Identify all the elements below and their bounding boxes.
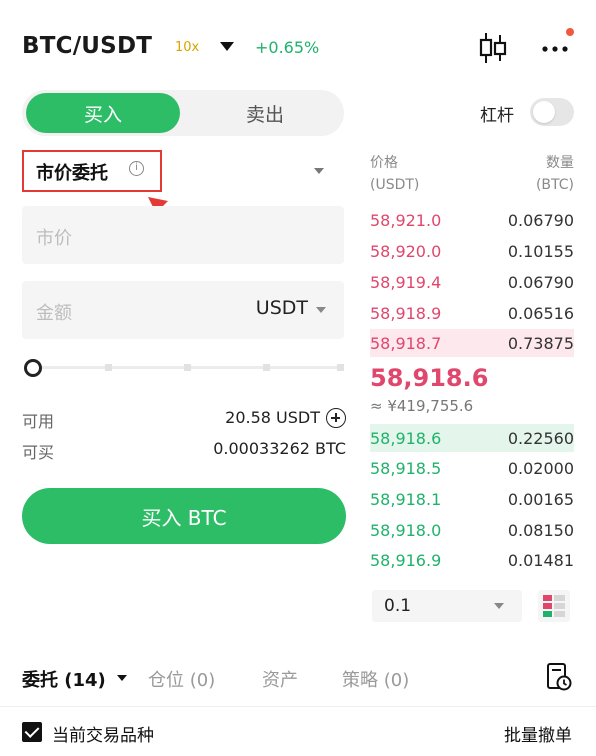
available-row: 可用 20.58 USDT (22, 408, 346, 432)
bid-price: 58,918.1 (370, 490, 442, 509)
bid-price: 58,916.9 (370, 551, 442, 570)
buy-btc-button[interactable]: 买入 BTC (22, 488, 346, 544)
order-type-label: 市价委托 (36, 163, 108, 184)
ask-row[interactable]: 58,918.7 0.73875 (370, 329, 574, 357)
chevron-down-icon (316, 307, 326, 313)
orderbook-layout-icon[interactable] (538, 590, 570, 622)
bottom-tabs: 委托 (14) 仓位 (0) 资产 策略 (0) (0, 660, 596, 696)
info-icon[interactable]: i (129, 161, 144, 176)
ask-row[interactable]: 58,920.0 0.10155 (370, 237, 574, 265)
amount-input[interactable]: 金额 USDT (22, 281, 344, 339)
bid-price: 58,918.6 (370, 429, 442, 448)
qty-column-unit: (BTC) (535, 177, 574, 193)
ask-price: 58,921.0 (370, 211, 442, 230)
bid-qty: 0.08150 (507, 521, 574, 540)
qty-column-header: 数量 (546, 155, 574, 171)
slider-knob[interactable] (24, 359, 42, 377)
header: BTC/USDT 10x +0.65% (0, 0, 596, 90)
fiat-price: ≈ ¥419,755.6 (370, 397, 474, 415)
tab-positions[interactable]: 仓位 (0) (148, 666, 215, 692)
filter-row: 当前交易品种 批量撤单 (0, 718, 596, 748)
ask-price: 58,918.9 (370, 304, 442, 323)
market-price-placeholder: 市价 (36, 228, 72, 249)
price-column-header: 价格 (370, 155, 398, 171)
bid-row[interactable]: 58,918.1 0.00165 (370, 485, 574, 513)
ask-qty: 0.10155 (507, 242, 574, 261)
orderbook-header: 价格 (USDT) 数量 (BTC) (370, 152, 574, 196)
slider-tick-50[interactable] (184, 364, 191, 371)
more-dots-icon (542, 46, 568, 52)
tab-assets[interactable]: 资产 (262, 666, 298, 692)
chevron-down-icon (494, 603, 504, 609)
leverage-badge: 10x (175, 40, 200, 55)
ask-qty: 0.06790 (507, 211, 574, 230)
buyable-row: 可买 0.00033262 BTC (22, 439, 346, 463)
tab-orders[interactable]: 委托 (14) (22, 666, 106, 692)
tab-sell[interactable]: 卖出 (190, 93, 340, 133)
ask-qty: 0.73875 (507, 334, 574, 353)
order-history-icon[interactable] (546, 662, 572, 692)
ask-row[interactable]: 58,919.4 0.06790 (370, 268, 574, 296)
tab-buy[interactable]: 买入 (26, 93, 180, 133)
slider-tick-100[interactable] (337, 364, 344, 371)
leverage-label: 杠杆 (480, 106, 514, 126)
leverage-toggle[interactable] (530, 98, 574, 126)
amount-slider[interactable] (24, 358, 344, 378)
pair-title[interactable]: BTC/USDT (22, 33, 152, 59)
available-label: 可用 (22, 412, 55, 431)
slider-tick-75[interactable] (263, 364, 270, 371)
tab-strategies[interactable]: 策略 (0) (342, 666, 409, 692)
price-change: +0.65% (255, 38, 320, 57)
available-value: 20.58 USDT (225, 408, 320, 427)
amount-unit-select[interactable]: USDT (256, 297, 308, 319)
cancel-all-button[interactable]: 批量撤单 (504, 721, 572, 746)
bid-row[interactable]: 58,918.0 0.08150 (370, 516, 574, 544)
bid-row[interactable]: 58,918.6 0.22560 (370, 424, 574, 452)
buy-sell-tabs: 买入 卖出 (22, 90, 344, 136)
price-column-unit: (USDT) (370, 177, 420, 193)
current-symbol-label[interactable]: 当前交易品种 (52, 721, 154, 746)
ask-price: 58,919.4 (370, 273, 442, 292)
slider-tick-25[interactable] (105, 364, 112, 371)
bid-qty: 0.00165 (507, 490, 574, 509)
amount-placeholder: 金额 (36, 303, 72, 324)
divider (0, 706, 596, 707)
last-price[interactable]: 58,918.6 (370, 364, 488, 392)
add-funds-icon[interactable] (326, 408, 346, 428)
chevron-down-icon (314, 168, 324, 174)
chevron-down-icon[interactable] (117, 675, 127, 681)
ask-qty: 0.06516 (507, 304, 574, 323)
depth-step-value: 0.1 (384, 596, 412, 616)
ask-price: 58,918.7 (370, 334, 442, 353)
bid-qty: 0.02000 (507, 459, 574, 478)
pair-dropdown-icon[interactable] (220, 42, 234, 51)
ask-qty: 0.06790 (507, 273, 574, 292)
candlestick-icon[interactable] (478, 31, 508, 65)
bid-row[interactable]: 58,916.9 0.01481 (370, 546, 574, 574)
buyable-value: 0.00033262 BTC (213, 439, 346, 458)
market-price-field: 市价 (22, 206, 344, 264)
depth-step-select[interactable]: 0.1 (372, 590, 522, 622)
bid-row[interactable]: 58,918.5 0.02000 (370, 454, 574, 482)
current-symbol-checkbox[interactable] (22, 722, 42, 742)
bid-price: 58,918.5 (370, 459, 442, 478)
bid-qty: 0.22560 (507, 429, 574, 448)
ask-row[interactable]: 58,918.9 0.06516 (370, 299, 574, 327)
more-icon[interactable] (538, 28, 576, 62)
bid-qty: 0.01481 (507, 551, 574, 570)
bid-price: 58,918.0 (370, 521, 442, 540)
buyable-label: 可买 (22, 443, 55, 462)
ask-price: 58,920.0 (370, 242, 442, 261)
notification-dot (566, 28, 574, 36)
ask-row[interactable]: 58,921.0 0.06790 (370, 206, 574, 234)
layout-grid-icon (543, 595, 565, 617)
